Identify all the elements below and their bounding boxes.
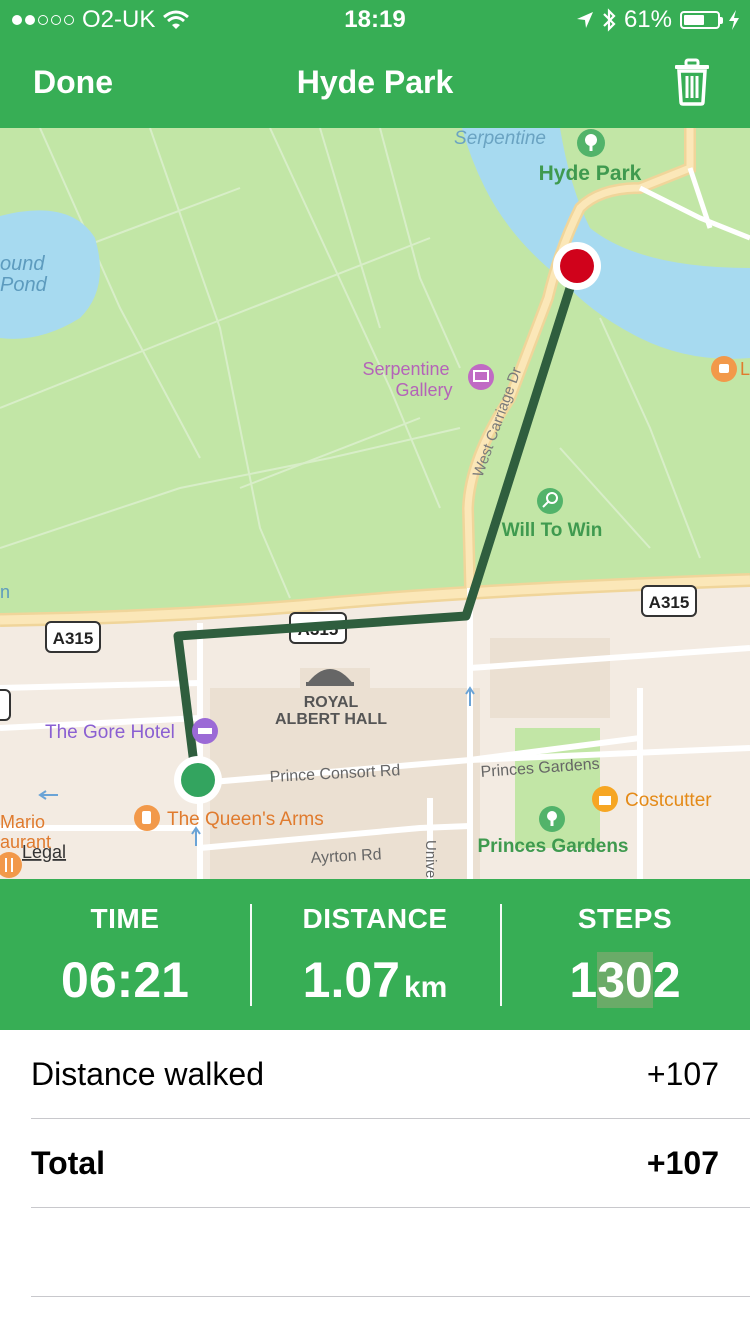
trash-icon[interactable] — [672, 58, 712, 106]
status-right: 61% — [576, 6, 740, 34]
battery-percent: 61% — [623, 6, 672, 33]
a315-shield-left: A315 — [45, 621, 101, 653]
time-label: TIME — [90, 903, 160, 934]
svg-text:A315: A315 — [649, 593, 690, 612]
distance-value-wrap: 1.07 km — [250, 951, 500, 1009]
row-value: +107 — [646, 1056, 719, 1092]
row-label: Distance walked — [31, 1056, 264, 1092]
route-start-marker[interactable] — [174, 756, 222, 804]
label-edge-n: n — [0, 582, 10, 602]
svg-text:A315: A315 — [53, 629, 94, 648]
map-canvas[interactable]: A315 A315 A315 Serpentine Hyde Park ound… — [0, 128, 750, 879]
park-tree-icon — [577, 129, 605, 157]
location-arrow-icon — [576, 12, 593, 28]
label-albert-hall: ALBERT HALL — [275, 711, 387, 728]
label-serpentine-gallery-2: Gallery — [395, 380, 452, 400]
garden-tree-icon — [539, 806, 565, 832]
battery-icon — [680, 11, 723, 29]
hotel-icon — [192, 718, 218, 744]
label-hyde-park: Hyde Park — [539, 162, 642, 185]
row-empty — [31, 1208, 750, 1297]
label-mario-1: Mario — [0, 812, 45, 832]
stat-steps: STEPS 1302 — [500, 879, 750, 1030]
route-map[interactable]: A315 A315 A315 Serpentine Hyde Park ound… — [0, 128, 750, 879]
stat-distance: DISTANCE 1.07 km — [250, 879, 500, 1030]
charging-bolt-icon — [729, 10, 739, 30]
label-princes-gardens: Princes Gardens — [477, 836, 628, 857]
label-round-pond-2: Pond — [0, 274, 48, 296]
stat-time: TIME 06:21 — [0, 879, 250, 1030]
steps-value: 1302 — [500, 951, 750, 1009]
label-gore-hotel: The Gore Hotel — [45, 722, 175, 743]
route-end-marker[interactable] — [553, 242, 601, 290]
time-value: 06:21 — [61, 952, 189, 1008]
page-title: Hyde Park — [296, 64, 454, 100]
steps-digit-c: 2 — [652, 952, 681, 1008]
label-royal: ROYAL — [304, 694, 359, 711]
distance-unit: km — [403, 971, 448, 1004]
pub-icon — [134, 805, 160, 831]
distance-label: DISTANCE — [302, 903, 448, 934]
row-distance-walked: Distance walked +107 — [31, 1030, 750, 1119]
row-label: Total — [31, 1145, 106, 1181]
row-value: +107 — [646, 1145, 719, 1181]
label-round-pond-1: ound — [0, 253, 45, 275]
steps-label: STEPS — [577, 903, 673, 934]
battery-fill — [684, 15, 704, 25]
steps-digit-a: 1 — [569, 952, 598, 1008]
bluetooth-icon — [603, 8, 616, 32]
stats-bar: TIME 06:21 DISTANCE 1.07 km STEPS 1302 — [0, 879, 750, 1030]
label-queens-arms: The Queen's Arms — [167, 809, 324, 830]
legal-link[interactable]: Legal — [22, 842, 66, 862]
label-edge-l: L — [740, 359, 750, 379]
label-will-to-win: Will To Win — [502, 520, 603, 541]
shopping-icon — [592, 786, 618, 812]
status-bar: O2-UK 18:19 61% — [0, 0, 750, 40]
summary-list: Distance walked +107 Total +107 — [0, 1030, 750, 1297]
shield-edge-fragment — [0, 689, 11, 721]
label-costcutter: Costcutter — [625, 790, 712, 811]
gallery-icon — [468, 364, 494, 390]
steps-digit-highlight: 30 — [597, 952, 653, 1008]
cafe-icon-edge — [711, 356, 737, 382]
row-total: Total +107 — [31, 1119, 750, 1208]
distance-value: 1.07 — [302, 952, 400, 1008]
label-serpentine: Serpentine — [454, 128, 546, 149]
nav-bar: Done Hyde Park — [0, 40, 750, 128]
label-univ: Unive — [422, 840, 439, 878]
tennis-icon — [537, 488, 563, 514]
top-bar: O2-UK 18:19 61% Done Hyde Park — [0, 0, 750, 128]
label-serpentine-gallery-1: Serpentine — [362, 359, 449, 379]
a315-shield-right: A315 — [641, 585, 697, 617]
